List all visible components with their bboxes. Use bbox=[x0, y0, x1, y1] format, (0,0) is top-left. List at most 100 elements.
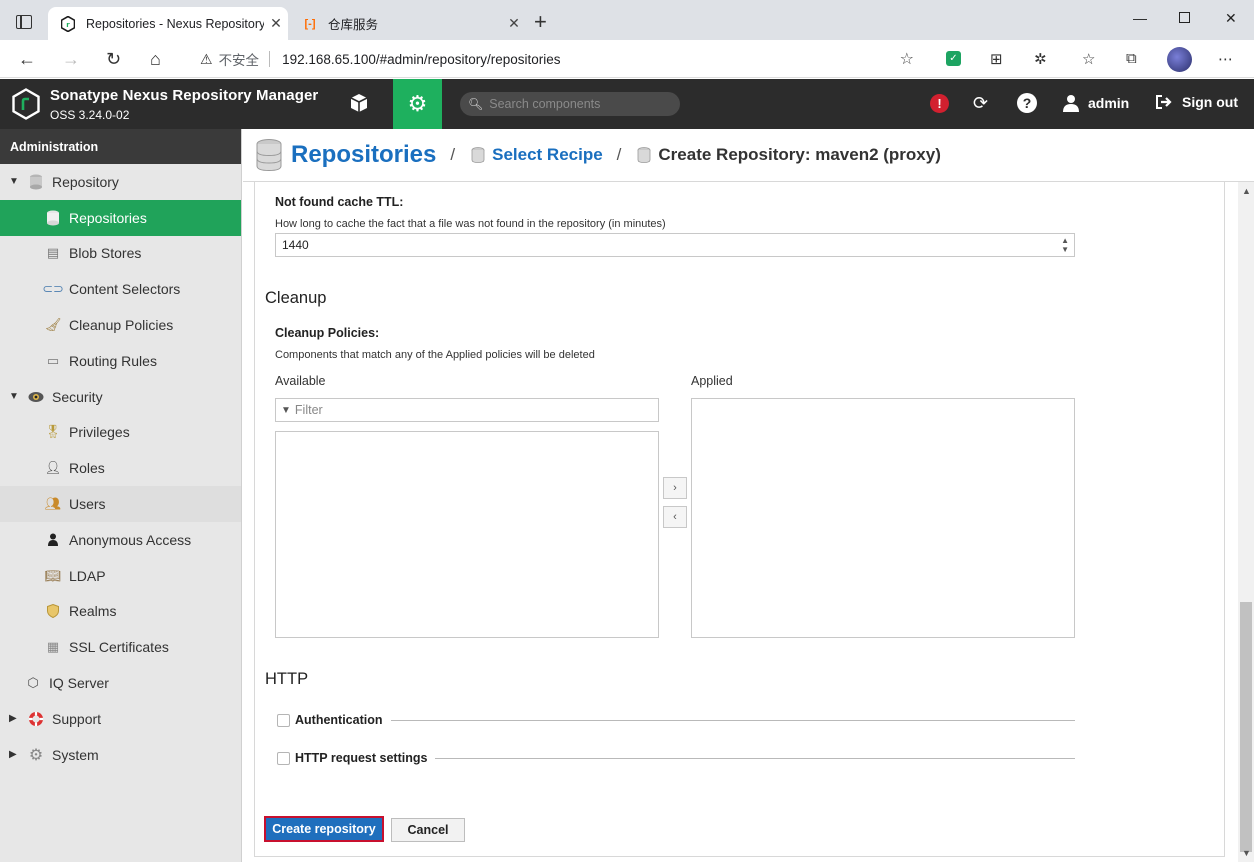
applied-policies-list[interactable] bbox=[691, 398, 1075, 638]
sidebar-item-security[interactable]: ▼ Security bbox=[0, 379, 241, 415]
sidebar-item-iq-server[interactable]: ⬡ IQ Server bbox=[0, 665, 241, 701]
sidebar-item-realms[interactable]: Realms bbox=[0, 594, 241, 630]
divider bbox=[390, 719, 1075, 721]
sidebar-item-repositories[interactable]: Repositories bbox=[0, 199, 241, 236]
browser-toolbar: ← → ↻ ⌂ ⚠ 不安全 192.168.65.100/#admin/repo… bbox=[0, 40, 1254, 78]
http-request-settings-label[interactable]: HTTP request settings bbox=[295, 751, 427, 765]
move-left-button[interactable]: ‹ bbox=[663, 506, 687, 528]
close-icon[interactable]: ✕ bbox=[502, 15, 526, 32]
breadcrumb-separator: / bbox=[450, 145, 456, 164]
new-tab-icon[interactable]: + bbox=[534, 11, 547, 33]
sidebar-item-cleanup-policies[interactable]: 🧹︎ Cleanup Policies bbox=[0, 307, 241, 343]
forward-icon[interactable]: → bbox=[62, 48, 80, 70]
sidebar-item-label: SSL Certificates bbox=[69, 639, 169, 656]
tree-icon[interactable]: ⊞ bbox=[990, 50, 1003, 68]
svg-text:r: r bbox=[66, 21, 70, 29]
search-input[interactable] bbox=[489, 97, 670, 111]
database-icon bbox=[256, 139, 282, 171]
sidebar-item-label: Support bbox=[52, 710, 102, 727]
caret-down-icon[interactable]: ▼ bbox=[9, 391, 21, 402]
favorites-icon[interactable]: ☆ bbox=[1082, 50, 1095, 68]
security-eye-icon bbox=[27, 388, 45, 406]
refresh-icon[interactable]: ⟳ bbox=[973, 93, 988, 114]
not-found-ttl-input[interactable]: 1440 ▲ ▼ bbox=[275, 233, 1075, 257]
http-request-settings-checkbox[interactable] bbox=[277, 751, 290, 765]
sidebar-item-roles[interactable]: 👤︎ Roles bbox=[0, 450, 241, 486]
breadcrumb-root-link[interactable]: Repositories bbox=[291, 141, 436, 169]
sidebar-item-system[interactable]: ▶ ⚙ System bbox=[0, 737, 241, 773]
sidebar-item-privileges[interactable]: 🎖︎ Privileges bbox=[0, 415, 241, 451]
not-found-ttl-help: How long to cache the fact that a file w… bbox=[275, 218, 666, 230]
scroll-up-icon[interactable]: ▲ bbox=[1242, 186, 1251, 196]
sidebar-item-label: Security bbox=[52, 388, 103, 405]
server-icon: ▤ bbox=[46, 245, 60, 261]
tab-title: 仓库服务 bbox=[328, 18, 379, 32]
sidebar-item-users[interactable]: 👥︎ Users bbox=[0, 486, 241, 522]
close-icon[interactable]: ✕ bbox=[264, 15, 288, 32]
sidebar-item-routing-rules[interactable]: ▭ Routing Rules bbox=[0, 343, 241, 379]
collections-icon[interactable]: ⧉ bbox=[1126, 50, 1137, 67]
scroll-down-icon[interactable]: ▼ bbox=[1242, 848, 1251, 858]
favorite-add-icon[interactable]: ☆ bbox=[900, 49, 914, 69]
caret-down-icon[interactable]: ▼ bbox=[9, 176, 21, 187]
move-right-button[interactable]: › bbox=[663, 477, 687, 499]
maximize-icon[interactable] bbox=[1179, 12, 1190, 23]
sidebar-item-label: Cleanup Policies bbox=[69, 317, 174, 334]
vertical-scrollbar[interactable]: ▲ ▼ bbox=[1238, 182, 1254, 862]
back-icon[interactable]: ← bbox=[18, 48, 36, 70]
user-menu[interactable]: admin bbox=[1063, 94, 1129, 112]
gear-icon: ⚙ bbox=[407, 91, 428, 116]
cleanup-policies-help: Components that match any of the Applied… bbox=[275, 349, 595, 361]
authentication-checkbox[interactable] bbox=[277, 713, 290, 727]
search-box[interactable]: 🔍︎ bbox=[460, 92, 680, 116]
available-policies-list[interactable] bbox=[275, 431, 659, 638]
help-icon[interactable]: ? bbox=[1017, 93, 1037, 113]
sidebar-item-anonymous-access[interactable]: Anonymous Access bbox=[0, 522, 241, 558]
filter-input[interactable] bbox=[294, 403, 635, 417]
more-menu-icon[interactable]: ⋯ bbox=[1218, 50, 1233, 68]
profile-avatar[interactable] bbox=[1167, 47, 1192, 72]
minimize-icon[interactable]: — bbox=[1133, 10, 1147, 26]
admin-gear-button[interactable]: ⚙ bbox=[393, 79, 442, 129]
filter-box[interactable]: ▼ bbox=[275, 398, 659, 422]
repository-form: Not found cache TTL: How long to cache t… bbox=[254, 182, 1225, 857]
browser-tab-inactive[interactable]: [-] 仓库服务 ✕ bbox=[290, 7, 526, 40]
sidebar-item-ldap[interactable]: 📖︎ LDAP bbox=[0, 558, 241, 594]
browse-cube-icon[interactable] bbox=[345, 92, 373, 116]
user-icon bbox=[44, 531, 62, 549]
extension-shield-icon[interactable]: ✓ bbox=[946, 51, 961, 66]
alert-icon[interactable]: ! bbox=[930, 94, 949, 113]
sidebar-item-blob-stores[interactable]: ▤ Blob Stores bbox=[0, 236, 241, 272]
medal-icon: 🎖︎ bbox=[44, 424, 62, 440]
sidebar-item-ssl-certificates[interactable]: ▦ SSL Certificates bbox=[0, 629, 241, 665]
extensions-icon[interactable]: ✲ bbox=[1034, 50, 1047, 68]
cancel-button[interactable]: Cancel bbox=[391, 818, 465, 842]
authentication-label[interactable]: Authentication bbox=[295, 713, 383, 727]
breadcrumb-select-recipe-link[interactable]: Select Recipe bbox=[492, 145, 603, 165]
filter-icon: ▼ bbox=[281, 404, 291, 416]
sidebar-item-label: Repository bbox=[52, 173, 119, 190]
home-icon[interactable]: ⌂ bbox=[150, 48, 161, 70]
caret-right-icon[interactable]: ▶ bbox=[9, 749, 21, 760]
scrollbar-thumb[interactable] bbox=[1240, 602, 1252, 852]
create-repository-button[interactable]: Create repository bbox=[264, 816, 384, 842]
sidebar-item-repository[interactable]: ▼ Repository bbox=[0, 164, 241, 200]
window-close-icon[interactable]: ✕ bbox=[1225, 10, 1237, 27]
applied-label: Applied bbox=[691, 374, 733, 388]
spinner-icon[interactable]: ▲ ▼ bbox=[1061, 236, 1069, 254]
cloud-favicon-icon: [-] bbox=[304, 17, 316, 30]
sidebar-item-support[interactable]: ▶ Support bbox=[0, 701, 241, 737]
address-bar[interactable]: ⚠ 不安全 192.168.65.100/#admin/repository/r… bbox=[188, 45, 928, 73]
caret-right-icon[interactable]: ▶ bbox=[9, 713, 21, 724]
sign-out-icon bbox=[1156, 95, 1172, 109]
iq-icon: ⬡ bbox=[27, 675, 39, 691]
browser-tab-active[interactable]: r Repositories - Nexus Repository M ✕ bbox=[48, 7, 288, 40]
nexus-logo-icon[interactable] bbox=[12, 88, 40, 120]
reload-icon[interactable]: ↻ bbox=[106, 48, 121, 70]
tab-actions-icon[interactable] bbox=[16, 15, 32, 29]
sidebar-item-label: Roles bbox=[69, 460, 105, 477]
sidebar-item-content-selectors[interactable]: ⊂⊃ Content Selectors bbox=[0, 271, 241, 307]
sidebar-item-label: Content Selectors bbox=[69, 281, 181, 298]
username: admin bbox=[1088, 95, 1130, 111]
sign-out-button[interactable]: Sign out bbox=[1155, 94, 1238, 110]
